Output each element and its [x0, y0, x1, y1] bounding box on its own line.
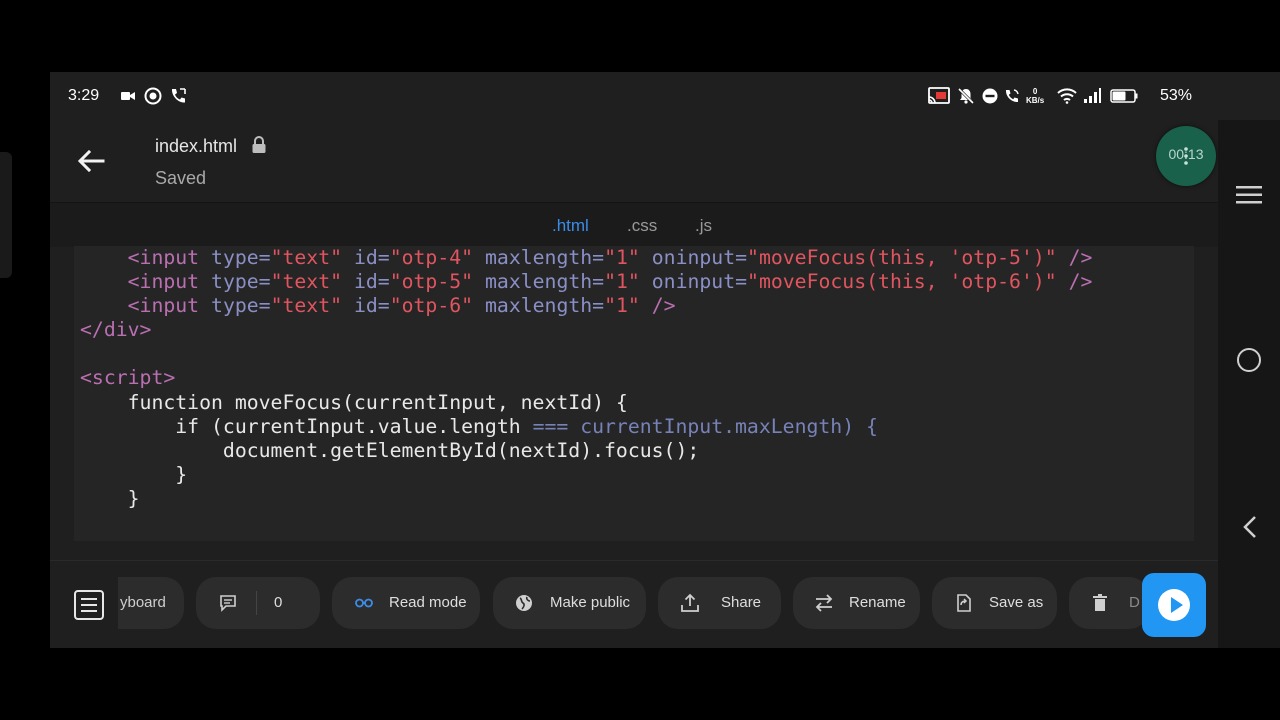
- play-triangle: [1171, 597, 1183, 613]
- run-button[interactable]: [1142, 573, 1206, 637]
- comment-icon: [220, 595, 236, 612]
- read-mode-button[interactable]: Read mode: [332, 577, 480, 629]
- net-speed-value: 0: [1032, 87, 1038, 96]
- tab-css[interactable]: .css: [627, 216, 657, 236]
- recording-timer[interactable]: 00:13: [1156, 126, 1216, 186]
- system-nav-bar: [1218, 120, 1280, 648]
- back-button[interactable]: [76, 146, 106, 176]
- status-time: 3:29: [68, 87, 100, 104]
- delete-label: D: [1129, 594, 1140, 611]
- phone-screen: 3:29 0 KB/s 53% index.html Saved 00:13 .…: [50, 72, 1280, 648]
- tab-js[interactable]: .js: [695, 216, 712, 236]
- trash-icon: [1093, 594, 1107, 611]
- code-editor[interactable]: <input type="text" id="otp-4" maxlength=…: [74, 246, 1194, 541]
- wifi-icon: [1057, 86, 1077, 106]
- recents-menu-icon[interactable]: [1235, 184, 1263, 206]
- share-button[interactable]: Share: [658, 577, 781, 629]
- save-status: Saved: [155, 168, 207, 188]
- rename-button[interactable]: Rename: [793, 577, 920, 629]
- save-as-icon: [957, 594, 971, 612]
- make-public-button[interactable]: Make public: [493, 577, 646, 629]
- delete-button[interactable]: D: [1069, 577, 1149, 629]
- file-tabs: .html .css .js: [50, 202, 1218, 247]
- status-bar: 3:29 0 KB/s 53%: [50, 72, 1280, 120]
- keyboard-label: yboard: [120, 594, 166, 611]
- globe-icon: [516, 595, 532, 611]
- chip-divider: [256, 591, 257, 615]
- signal-icon: [1083, 86, 1101, 106]
- file-list-button[interactable]: [74, 590, 104, 620]
- arrow-left-icon: [77, 149, 105, 173]
- comment-count: 0: [274, 594, 283, 611]
- wifi-call-icon: [1003, 86, 1021, 106]
- keyboard-button[interactable]: yboard: [118, 577, 184, 629]
- whatsapp-icon: [144, 86, 162, 106]
- comments-button[interactable]: 0: [196, 577, 320, 629]
- share-icon: [681, 593, 699, 612]
- call-icon: [169, 86, 187, 106]
- app-bar: index.html Saved: [50, 120, 1218, 202]
- battery-icon: [1110, 86, 1138, 106]
- save-as-label: Save as: [989, 594, 1044, 611]
- rename-label: Rename: [849, 594, 906, 611]
- video-camera-icon: [121, 86, 135, 106]
- share-label: Share: [721, 594, 762, 611]
- screen-edge: [0, 152, 12, 278]
- battery-percent: 53%: [1160, 87, 1193, 104]
- code-content: <input type="text" id="otp-4" maxlength=…: [80, 246, 1093, 510]
- tab-html[interactable]: .html: [552, 216, 589, 236]
- bell-muted-icon: [957, 86, 975, 106]
- home-circle-icon[interactable]: [1237, 348, 1261, 372]
- bottom-action-bar: yboard 0 Read mode Make public Share Ren…: [50, 560, 1218, 648]
- glasses-icon: [355, 598, 373, 608]
- net-speed-unit: KB/s: [1026, 96, 1045, 105]
- lock-icon: [251, 136, 267, 159]
- net-speed: 0 KB/s: [1026, 84, 1044, 108]
- swap-icon: [815, 594, 833, 612]
- make-public-label: Make public: [550, 594, 631, 611]
- more-vertical-icon: [1184, 147, 1188, 165]
- do-not-disturb-icon: [982, 86, 998, 106]
- save-as-button[interactable]: Save as: [932, 577, 1057, 629]
- read-mode-label: Read mode: [389, 594, 467, 611]
- file-name: index.html: [155, 136, 238, 156]
- nav-back-icon[interactable]: [1239, 514, 1261, 540]
- cast-icon: [927, 86, 951, 106]
